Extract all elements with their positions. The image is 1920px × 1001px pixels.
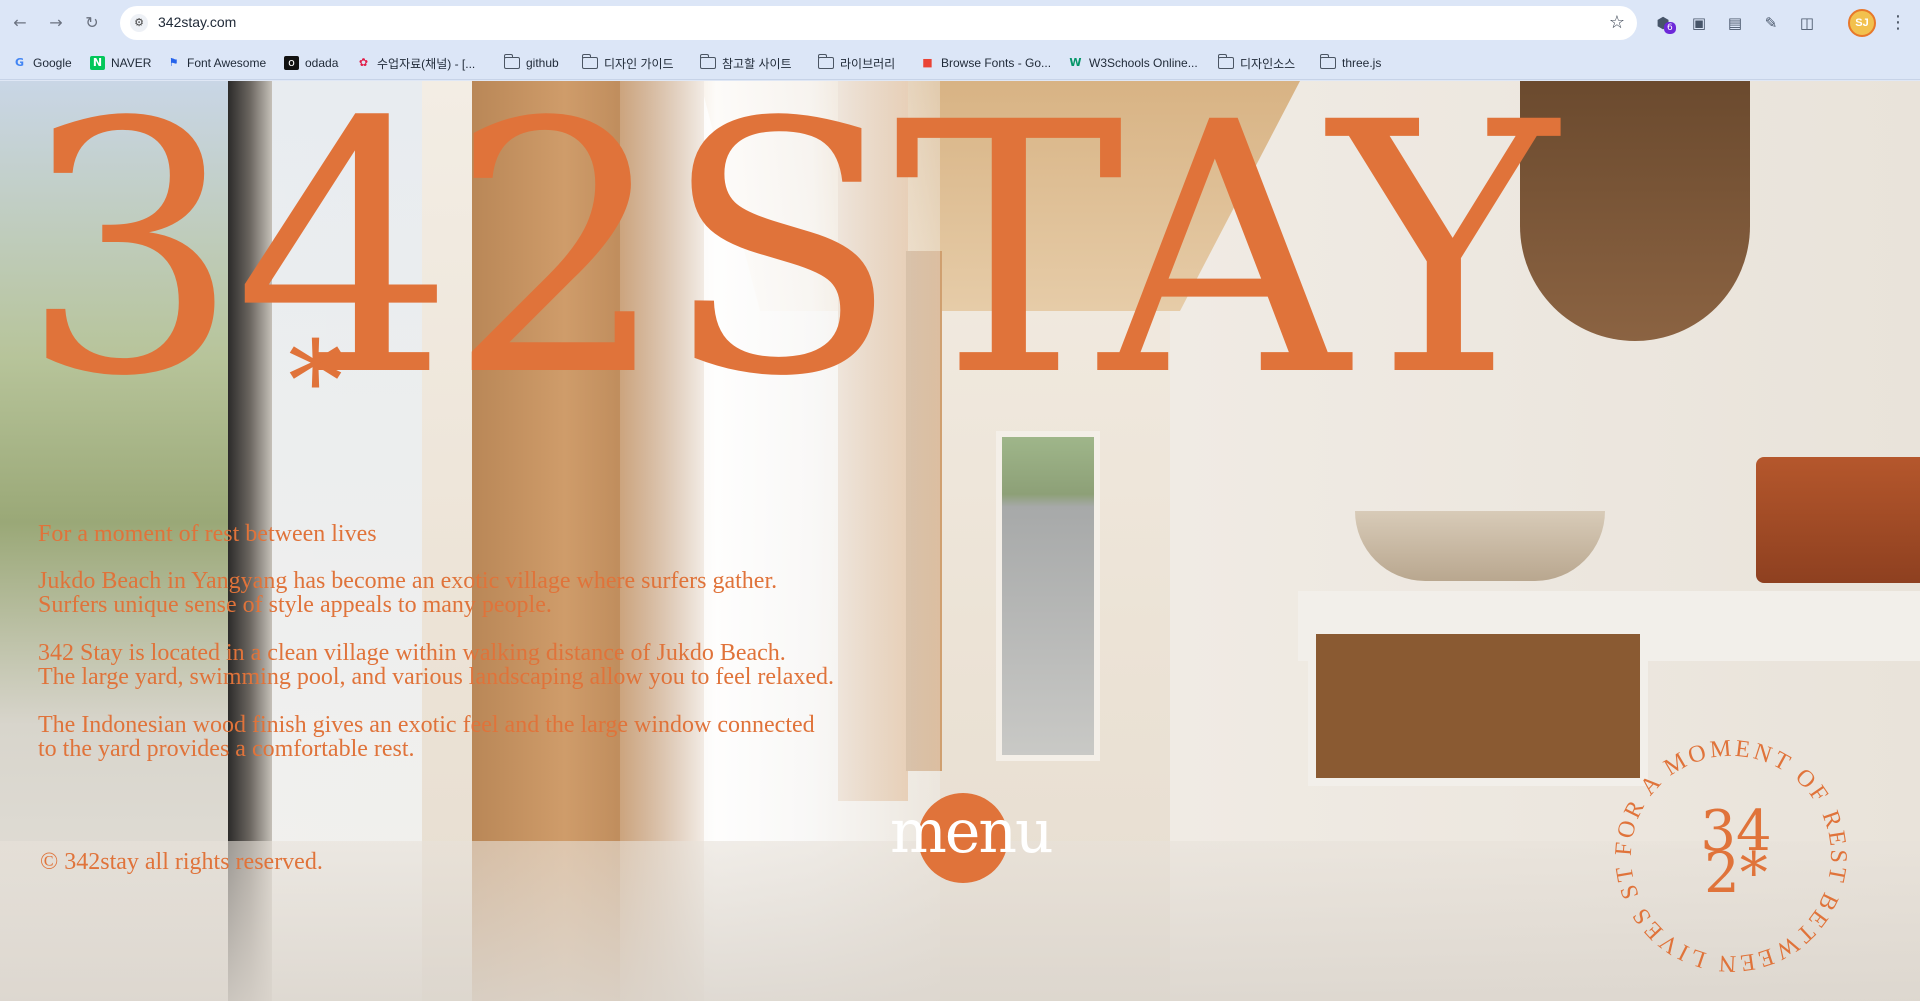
forward-icon[interactable]: → bbox=[44, 11, 68, 35]
google-icon: G bbox=[14, 56, 25, 69]
bookmark-folder-threejs[interactable]: three.js bbox=[1319, 46, 1382, 80]
bookmark-label: github bbox=[526, 56, 559, 70]
description-line: 342 Stay is located in a clean village w… bbox=[38, 640, 786, 666]
bookmark-folder-github[interactable]: github bbox=[503, 46, 559, 80]
bookmark-folder-design-sources[interactable]: 디자인소스 bbox=[1217, 46, 1296, 80]
bookmark-folder-library[interactable]: 라이브러리 bbox=[817, 46, 896, 80]
leather-tray bbox=[1756, 457, 1920, 583]
tagline: For a moment of rest between lives bbox=[38, 521, 377, 547]
extension-document-icon[interactable]: ▣ bbox=[1688, 12, 1710, 34]
folder-icon bbox=[503, 54, 520, 69]
browser-toolbar: ← → ↻ ⚙ 342stay.com ☆ ⬢ 6 ▣ ▤ ✎ ◫ SJ ⋮ bbox=[0, 0, 1920, 46]
bookmark-label: Font Awesome bbox=[187, 56, 267, 70]
site-info-icon[interactable]: ⚙ bbox=[130, 14, 148, 32]
corridor-doorway bbox=[996, 431, 1100, 761]
extension-screen-icon[interactable]: ▤ bbox=[1724, 12, 1746, 34]
flag-icon: ⚑ bbox=[168, 56, 179, 69]
bookmark-naver[interactable]: N NAVER bbox=[90, 46, 151, 80]
bookmark-w3schools[interactable]: W W3Schools Online... bbox=[1068, 46, 1198, 80]
bookmark-label: 수업자료(채널) - [... bbox=[377, 56, 476, 71]
bookmark-browse-fonts[interactable]: ■ Browse Fonts - Go... bbox=[920, 46, 1051, 80]
browser-menu-icon[interactable]: ⋮ bbox=[1888, 11, 1908, 35]
reload-icon[interactable]: ↻ bbox=[80, 11, 104, 35]
bookmark-label: 참고할 사이트 bbox=[722, 56, 792, 71]
url-text[interactable]: 342stay.com bbox=[158, 14, 236, 30]
hero-asterisk: * bbox=[288, 317, 343, 445]
description-paragraph: The Indonesian wood finish gives an exot… bbox=[38, 713, 858, 761]
wood-shelf bbox=[1308, 626, 1648, 786]
extension-badge: 6 bbox=[1664, 22, 1676, 34]
bookmark-label: odada bbox=[305, 56, 339, 70]
bookmark-label: 디자인소스 bbox=[1240, 56, 1296, 71]
description-line: The large yard, swimming pool, and vario… bbox=[38, 664, 835, 690]
extension-shield-icon[interactable]: ⬢ 6 bbox=[1652, 12, 1676, 34]
w3schools-icon: W bbox=[1069, 56, 1082, 69]
description-line: Surfers unique sense of style appeals to… bbox=[38, 592, 552, 618]
folder-icon bbox=[1217, 54, 1234, 69]
bookmark-label: 디자인 가이드 bbox=[604, 56, 674, 71]
bookmarks-bar: G Google N NAVER ⚑ Font Awesome o odada … bbox=[0, 46, 1920, 80]
badge-logo-bottom: 2* bbox=[1704, 841, 1768, 906]
google-fonts-icon: ■ bbox=[922, 56, 933, 69]
bookmark-label: Google bbox=[33, 56, 72, 70]
bookmark-font-awesome[interactable]: ⚑ Font Awesome bbox=[166, 46, 267, 80]
bookmark-label: three.js bbox=[1342, 56, 1382, 70]
badge-logo: 34 2* bbox=[1696, 804, 1776, 906]
description-paragraph: 342 Stay is located in a clean village w… bbox=[38, 641, 858, 689]
back-icon[interactable]: ← bbox=[8, 11, 32, 35]
bookmark-label: 라이브러리 bbox=[840, 56, 896, 71]
bookmark-folder-reference-sites[interactable]: 참고할 사이트 bbox=[699, 46, 792, 80]
stone-basin bbox=[1355, 511, 1605, 581]
bookmark-label: Browse Fonts - Go... bbox=[941, 56, 1052, 70]
bookmark-star-icon[interactable]: ☆ bbox=[1609, 12, 1625, 33]
menu-button-label[interactable]: menu bbox=[890, 797, 1054, 867]
description-paragraph: Jukdo Beach in Yangyang has become an ex… bbox=[38, 569, 858, 617]
bookmark-label: W3Schools Online... bbox=[1089, 56, 1198, 70]
eyedropper-icon[interactable]: ✎ bbox=[1760, 12, 1782, 34]
profile-avatar[interactable]: SJ bbox=[1848, 9, 1876, 37]
folder-icon bbox=[581, 54, 598, 69]
bookmark-label: NAVER bbox=[111, 56, 152, 70]
bookmark-folder-design-guide[interactable]: 디자인 가이드 bbox=[581, 46, 674, 80]
bookmark-odada[interactable]: o odada bbox=[284, 46, 338, 80]
copyright-text: © 342stay all rights reserved. bbox=[40, 849, 323, 875]
folder-icon bbox=[1319, 54, 1336, 69]
pinwheel-icon: ✿ bbox=[358, 56, 369, 69]
folder-icon bbox=[817, 54, 834, 69]
description-line: The Indonesian wood finish gives an exot… bbox=[38, 712, 815, 738]
description-line: to the yard provides a comfortable rest. bbox=[38, 736, 415, 762]
odada-icon: o bbox=[284, 56, 299, 70]
bookmark-google[interactable]: G Google bbox=[12, 46, 72, 80]
folder-icon bbox=[699, 54, 716, 69]
hero-section: 342STAY * For a moment of rest between l… bbox=[0, 81, 1920, 1001]
bookmark-class-materials[interactable]: ✿ 수업자료(채널) - [... bbox=[356, 46, 475, 80]
extensions-puzzle-icon[interactable]: ◫ bbox=[1796, 12, 1818, 34]
naver-icon: N bbox=[90, 56, 105, 70]
address-bar[interactable]: ⚙ 342stay.com ☆ bbox=[120, 6, 1637, 40]
description-line: Jukdo Beach in Yangyang has become an ex… bbox=[38, 568, 778, 594]
